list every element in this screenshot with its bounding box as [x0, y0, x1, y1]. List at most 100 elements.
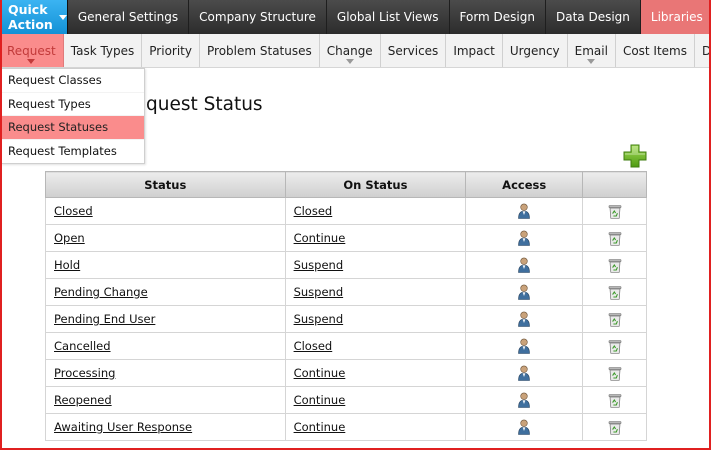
recycle-bin-icon[interactable]	[608, 204, 622, 219]
on-status-link[interactable]: Continue	[294, 393, 346, 407]
table-header-row: Status On Status Access	[45, 171, 647, 198]
status-link[interactable]: Pending End User	[54, 312, 155, 326]
user-icon[interactable]	[517, 365, 531, 381]
topnav-global-list-views[interactable]: Global List Views	[327, 0, 450, 34]
topnav-company-structure[interactable]: Company Structure	[189, 0, 327, 34]
table-row: Cancelled Closed	[45, 332, 647, 360]
access-cell	[465, 413, 584, 441]
subnav-label: Change	[326, 43, 373, 58]
status-link[interactable]: Hold	[54, 258, 80, 272]
status-cell: Hold	[45, 251, 286, 279]
status-table: Status On Status Access Closed Closed Op…	[45, 171, 647, 441]
topnav-label: Global List Views	[336, 10, 439, 24]
add-status-button[interactable]	[622, 143, 648, 169]
subnav-priority[interactable]: Priority	[142, 34, 200, 67]
user-icon[interactable]	[517, 392, 531, 408]
status-cell: Closed	[45, 197, 286, 225]
subnav-services[interactable]: Services	[381, 34, 447, 67]
status-link[interactable]: Open	[54, 231, 85, 245]
subnav-label: Task Types	[70, 43, 135, 58]
subnav-urgency[interactable]: Urgency	[503, 34, 568, 67]
access-cell	[465, 305, 584, 333]
recycle-bin-icon[interactable]	[608, 366, 622, 381]
on-status-link[interactable]: Continue	[294, 420, 346, 434]
status-cell: Cancelled	[45, 332, 286, 360]
user-icon[interactable]	[517, 203, 531, 219]
sub-nav: Request Task Types Priority Problem Stat…	[0, 34, 711, 68]
recycle-bin-icon[interactable]	[608, 258, 622, 273]
recycle-bin-icon[interactable]	[608, 231, 622, 246]
delete-cell	[582, 278, 647, 306]
topnav-label: Form Design	[459, 10, 535, 24]
topnav-general-settings[interactable]: General Settings	[68, 0, 190, 34]
status-link[interactable]: Closed	[54, 204, 93, 218]
topnav-form-design[interactable]: Form Design	[450, 0, 546, 34]
user-icon[interactable]	[517, 257, 531, 273]
menu-item-request-classes[interactable]: Request Classes	[2, 69, 144, 93]
recycle-bin-icon[interactable]	[608, 339, 622, 354]
on-status-link[interactable]: Suspend	[294, 258, 344, 272]
on-status-cell: Continue	[284, 386, 467, 414]
menu-item-request-types[interactable]: Request Types	[2, 93, 144, 116]
recycle-bin-icon[interactable]	[608, 420, 622, 435]
user-icon[interactable]	[517, 284, 531, 300]
status-link[interactable]: Reopened	[54, 393, 112, 407]
subnav-label: Urgency	[509, 43, 560, 58]
request-dropdown-menu: Request Classes Request Types Request St…	[1, 68, 145, 164]
on-status-link[interactable]: Closed	[294, 339, 333, 353]
menu-item-request-statuses[interactable]: Request Statuses	[2, 116, 144, 140]
subnav-label: Request	[7, 43, 56, 58]
subnav-label: Drop	[702, 43, 711, 58]
user-icon[interactable]	[517, 230, 531, 246]
top-nav: Quick Action General Settings Company St…	[0, 0, 711, 34]
status-link[interactable]: Pending Change	[54, 285, 148, 299]
table-row: Open Continue	[45, 224, 647, 252]
subnav-label: Impact	[453, 43, 495, 58]
user-icon[interactable]	[517, 419, 531, 435]
subnav-email[interactable]: Email	[568, 34, 616, 67]
recycle-bin-icon[interactable]	[608, 393, 622, 408]
subnav-problem-statuses[interactable]: Problem Statuses	[200, 34, 320, 67]
subnav-impact[interactable]: Impact	[446, 34, 503, 67]
on-status-cell: Suspend	[284, 305, 467, 333]
delete-cell	[582, 197, 647, 225]
on-status-link[interactable]: Continue	[294, 366, 346, 380]
delete-cell	[582, 332, 647, 360]
access-cell	[465, 332, 584, 360]
plus-icon	[623, 144, 647, 168]
menu-item-request-templates[interactable]: Request Templates	[2, 140, 144, 164]
on-status-link[interactable]: Closed	[294, 204, 333, 218]
subnav-cost-items[interactable]: Cost Items	[616, 34, 695, 67]
subnav-request[interactable]: Request	[0, 34, 64, 67]
header-on-status[interactable]: On Status	[284, 171, 467, 198]
user-icon[interactable]	[517, 338, 531, 354]
header-status[interactable]: Status	[45, 171, 286, 198]
recycle-bin-icon[interactable]	[608, 312, 622, 327]
on-status-link[interactable]: Continue	[294, 231, 346, 245]
chevron-down-icon	[345, 59, 354, 64]
user-icon[interactable]	[517, 311, 531, 327]
delete-cell	[582, 224, 647, 252]
topnav-libraries[interactable]: Libraries	[640, 0, 711, 34]
subnav-task-types[interactable]: Task Types	[64, 34, 143, 67]
page-title: quest Status	[146, 94, 263, 115]
access-cell	[465, 278, 584, 306]
quick-action-button[interactable]: Quick Action	[0, 0, 68, 34]
subnav-change[interactable]: Change	[320, 34, 381, 67]
delete-cell	[582, 305, 647, 333]
status-link[interactable]: Cancelled	[54, 339, 111, 353]
status-link[interactable]: Awaiting User Response	[54, 420, 192, 434]
subnav-drop[interactable]: Drop	[695, 34, 711, 67]
subnav-label: Problem Statuses	[207, 43, 312, 58]
header-access: Access	[465, 171, 584, 198]
on-status-cell: Continue	[284, 359, 467, 387]
status-cell: Pending Change	[45, 278, 286, 306]
on-status-cell: Continue	[284, 413, 467, 441]
status-link[interactable]: Processing	[54, 366, 115, 380]
on-status-link[interactable]: Suspend	[294, 312, 344, 326]
topnav-data-design[interactable]: Data Design	[546, 0, 641, 34]
subnav-label: Email	[574, 43, 608, 58]
on-status-link[interactable]: Suspend	[294, 285, 344, 299]
recycle-bin-icon[interactable]	[608, 285, 622, 300]
status-cell: Processing	[45, 359, 286, 387]
